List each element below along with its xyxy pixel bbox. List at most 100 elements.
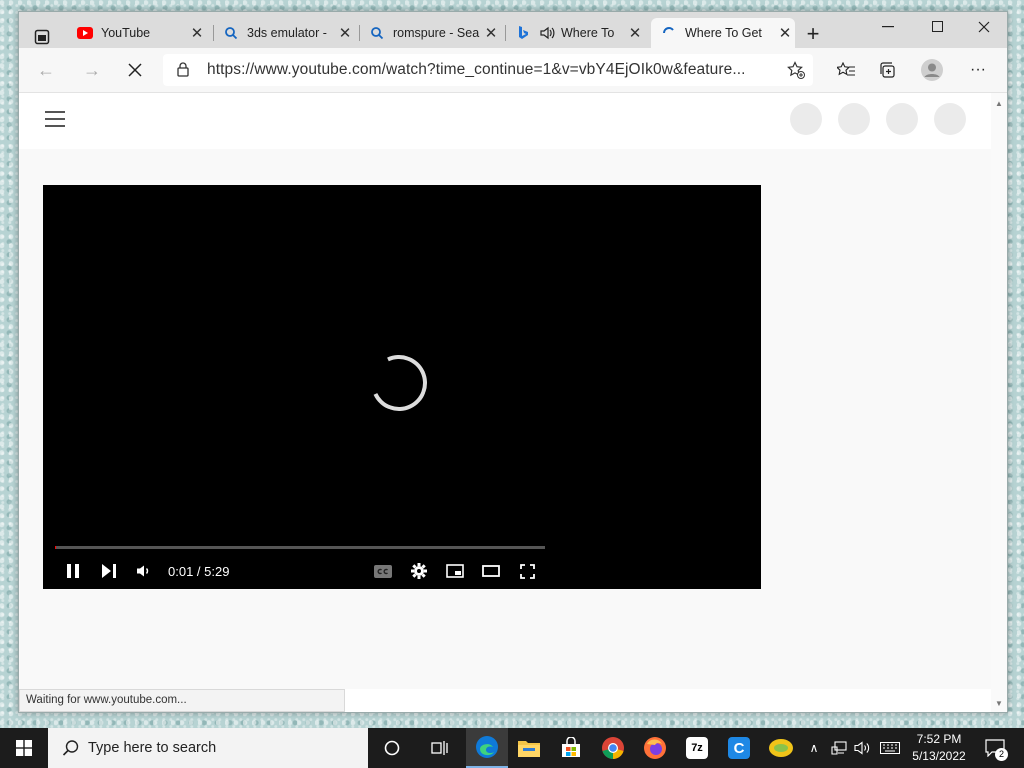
browser-window: YouTube ✕ 3ds emulator - ✕ romspure - Se… (18, 11, 1008, 713)
volume-tray[interactable] (852, 728, 874, 768)
store-bag-icon (562, 737, 580, 757)
lock-icon[interactable] (177, 62, 189, 82)
close-tab-icon[interactable]: ✕ (187, 24, 207, 42)
url-text[interactable]: https://www.youtube.com/watch?time_conti… (207, 61, 746, 79)
navigation-bar: ← → https://www.youtube.com/watch?time_c… (19, 48, 1007, 93)
taskbar-edge[interactable] (466, 728, 508, 768)
forward-button[interactable]: → (77, 56, 107, 84)
taskbar-c-app[interactable]: C (718, 728, 760, 768)
folder-icon (518, 741, 540, 757)
stop-loading-button[interactable] (120, 56, 150, 84)
theater-mode-button[interactable] (479, 559, 503, 583)
start-button[interactable] (0, 728, 48, 768)
favorites-icon (837, 62, 855, 76)
close-tab-icon[interactable]: ✕ (775, 24, 795, 42)
pause-button[interactable] (61, 559, 85, 583)
tab-romspure[interactable]: romspure - Sea ✕ (359, 18, 501, 48)
tab-3ds-emulator[interactable]: 3ds emulator - ✕ (213, 18, 355, 48)
edge-browser-icon (476, 736, 498, 758)
tab-youtube[interactable]: YouTube ✕ (67, 18, 207, 48)
tab-where-to-get-active[interactable]: Where To Get ✕ (651, 18, 795, 48)
scroll-up-icon[interactable]: ▲ (995, 99, 1003, 108)
tab-title: 3ds emulator - (247, 26, 327, 40)
add-favorite-icon[interactable] (787, 61, 805, 84)
loading-spinner-icon (363, 347, 435, 419)
chrome-icon (602, 737, 624, 759)
tab-where-to[interactable]: Where To ✕ (505, 18, 645, 48)
search-placeholder: Type here to search (88, 740, 217, 756)
video-progress-bar[interactable] (55, 546, 545, 549)
tab-title: romspure - Sea (393, 26, 480, 40)
volume-button[interactable] (132, 559, 156, 583)
settings-button[interactable] (407, 559, 431, 583)
speaker-icon[interactable] (539, 25, 555, 41)
close-window-button[interactable] (961, 12, 1007, 42)
tab-actions-button[interactable] (33, 28, 51, 46)
back-button[interactable]: ← (31, 56, 61, 84)
theater-mode-icon (482, 565, 500, 577)
video-time: 0:01 / 5:29 (168, 564, 230, 579)
captions-button[interactable] (371, 559, 395, 583)
taskbar-search-box[interactable]: Type here to search (48, 728, 368, 768)
fullscreen-icon (519, 563, 535, 579)
next-button[interactable] (97, 559, 121, 583)
fullscreen-button[interactable] (515, 559, 539, 583)
new-tab-button[interactable]: + (803, 23, 823, 45)
firefox-icon (644, 737, 666, 759)
header-placeholder-circle (886, 103, 918, 135)
vertical-scrollbar[interactable]: ▲ ▼ (991, 93, 1007, 712)
taskbar-chrome[interactable] (592, 728, 634, 768)
collections-button[interactable] (872, 56, 902, 84)
cortana-circle-icon (384, 740, 400, 756)
action-center-button[interactable]: 2 (978, 728, 1012, 768)
tab-title: Where To (561, 26, 615, 40)
close-icon (978, 21, 990, 33)
menu-icon[interactable] (45, 111, 65, 132)
tab-actions-icon (34, 29, 50, 45)
search-icon (223, 25, 239, 41)
keyboard-tray[interactable] (878, 728, 902, 768)
windows-logo-icon (16, 740, 32, 756)
taskbar-7zip[interactable]: 7z (676, 728, 718, 768)
taskbar-firefox[interactable] (634, 728, 676, 768)
profile-button[interactable] (917, 56, 947, 84)
taskbar-file-explorer[interactable] (508, 728, 550, 768)
bing-icon (515, 25, 531, 41)
tab-title: Where To Get (685, 26, 762, 40)
next-icon (102, 564, 116, 578)
back-arrow-icon: ← (37, 59, 55, 80)
clock-date: 5/13/2022 (912, 749, 966, 763)
miniplayer-button[interactable] (443, 559, 467, 583)
youtube-icon (77, 25, 93, 41)
header-placeholder-circle (790, 103, 822, 135)
cortana-button[interactable] (372, 728, 412, 768)
taskbar-clock[interactable]: 7:52 PM 5/13/2022 (906, 731, 972, 765)
header-placeholder-circle (934, 103, 966, 135)
minimize-button[interactable] (865, 12, 911, 42)
maximize-button[interactable] (915, 12, 961, 42)
more-menu-button[interactable]: ··· (963, 56, 993, 84)
stop-icon (128, 63, 142, 77)
task-view-button[interactable] (420, 728, 460, 768)
taskbar-store[interactable] (550, 728, 592, 768)
taskbar-game-app[interactable] (760, 728, 802, 768)
close-tab-icon[interactable]: ✕ (625, 24, 645, 42)
favorites-button[interactable] (831, 56, 861, 84)
show-hidden-icons-button[interactable]: ∧ (804, 728, 824, 768)
network-tray[interactable] (828, 728, 850, 768)
notification-count-badge: 2 (995, 748, 1008, 761)
close-tab-icon[interactable]: ✕ (481, 24, 501, 42)
chevron-up-icon: ∧ (809, 741, 819, 755)
header-placeholder-circle (838, 103, 870, 135)
more-dots-icon: ··· (970, 61, 986, 78)
network-icon (831, 741, 847, 755)
page-content: 0:01 / 5:29 (19, 93, 991, 689)
scroll-down-icon[interactable]: ▼ (995, 699, 1003, 708)
address-bar[interactable]: https://www.youtube.com/watch?time_conti… (163, 54, 813, 86)
game-emulator-icon (769, 739, 793, 757)
captions-icon (374, 564, 392, 578)
search-icon (369, 25, 385, 41)
video-player[interactable]: 0:01 / 5:29 (43, 185, 761, 589)
close-tab-icon[interactable]: ✕ (335, 24, 355, 42)
minimize-icon (882, 26, 894, 28)
